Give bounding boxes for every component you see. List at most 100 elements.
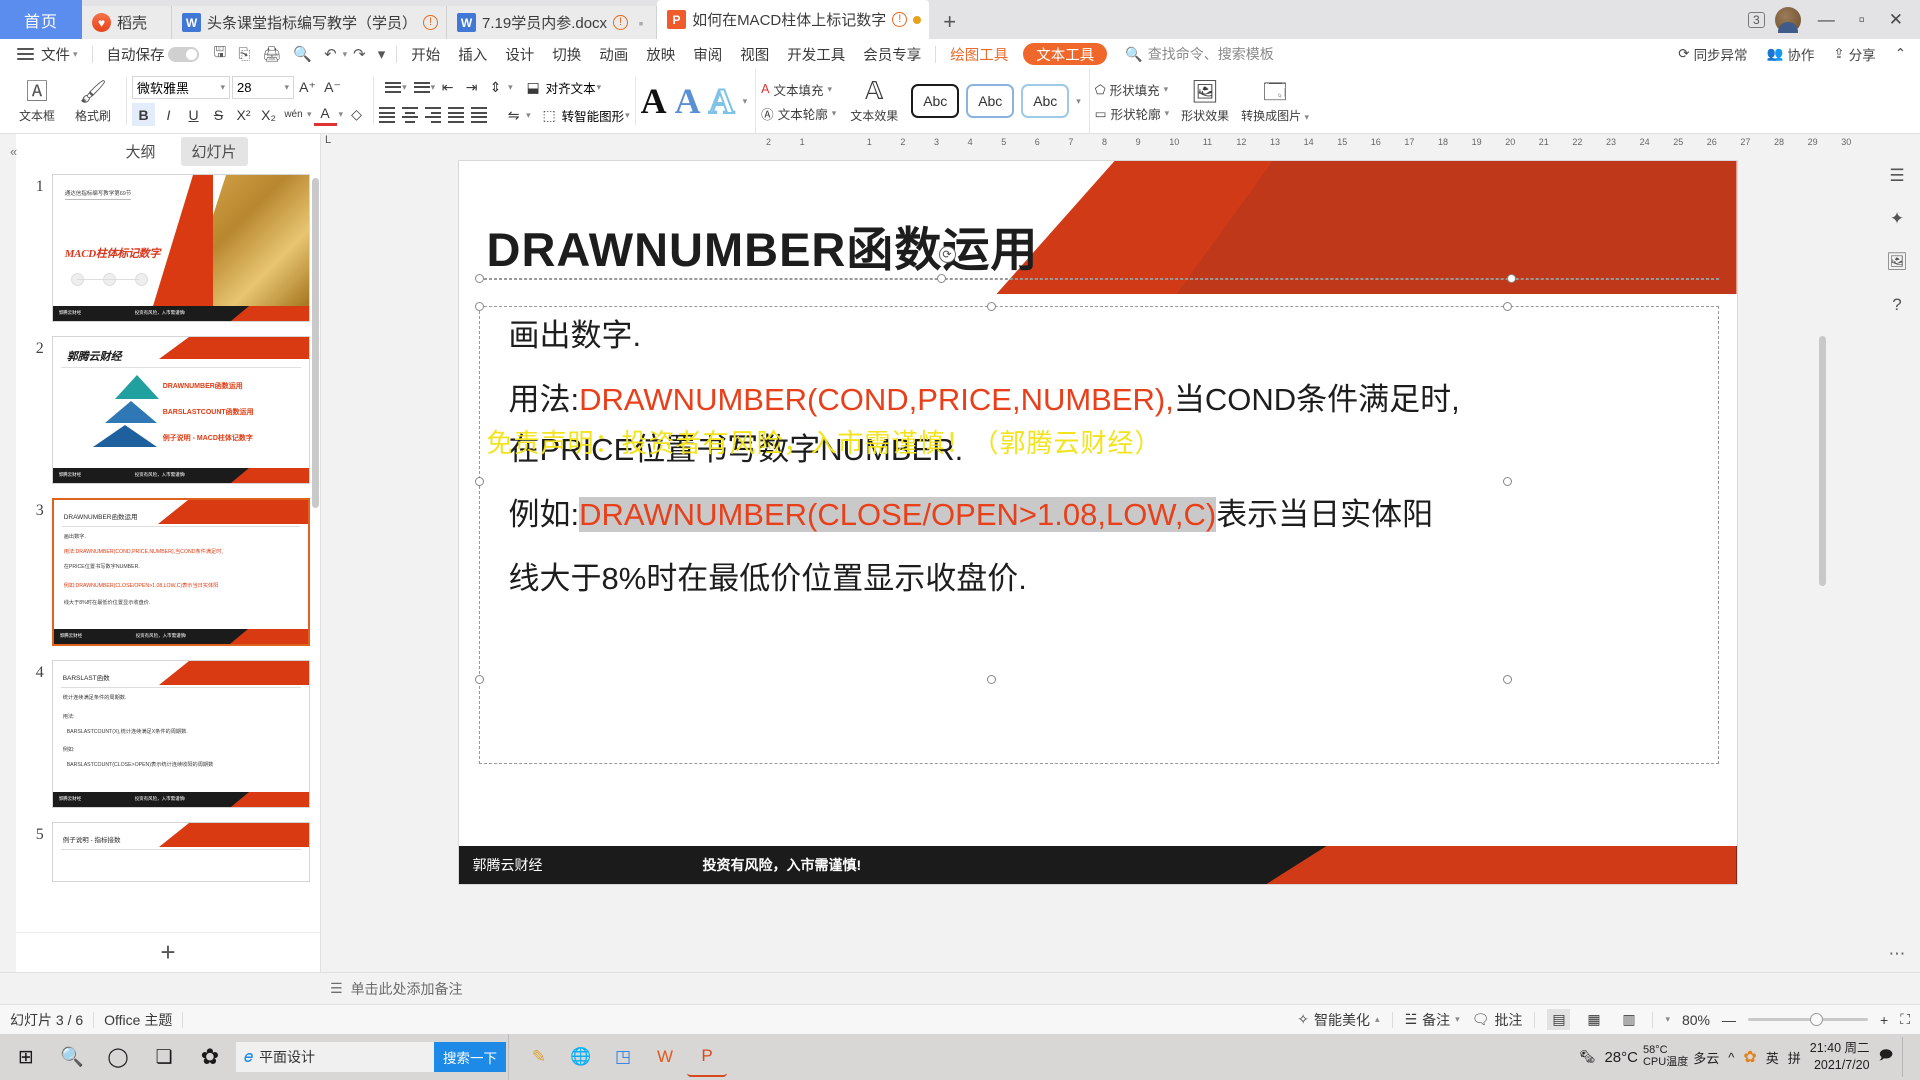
view-normal-icon[interactable]: ▤ xyxy=(1547,1009,1570,1030)
help-icon[interactable]: ? xyxy=(1884,291,1911,318)
wordart-style-3[interactable]: A xyxy=(709,81,735,121)
pinyin-guide-button[interactable]: wén xyxy=(282,103,305,126)
slide-thumbnail-3[interactable]: DRAWNUMBER函数运用 画出数字. 用法:DRAWNUMBER(COND,… xyxy=(52,498,310,646)
slide-title[interactable]: DRAWNUMBER函数运用 xyxy=(487,211,1039,280)
smartart-label[interactable]: 转智能图形 xyxy=(562,106,625,125)
tab-stop-indicator[interactable]: L xyxy=(325,134,331,146)
align-center-icon[interactable] xyxy=(402,105,424,125)
collapse-panel-icon[interactable]: « xyxy=(10,144,17,159)
show-desktop-button[interactable] xyxy=(1902,1037,1910,1077)
fit-to-window-icon[interactable]: ⛶ xyxy=(1900,1011,1910,1028)
shape-fill-button[interactable]: ⬠形状填充▾ xyxy=(1095,80,1169,99)
zoom-slider-knob[interactable] xyxy=(1810,1013,1823,1026)
chevron-down-icon[interactable]: ▾ xyxy=(625,110,630,121)
title-selection-frame[interactable] xyxy=(479,278,1719,280)
context-tab-drawing-tools[interactable]: 绘图工具 xyxy=(941,39,1017,69)
text-outline-button[interactable]: Ⓐ文本轮廓▾ xyxy=(761,104,836,123)
resize-handle[interactable] xyxy=(987,675,996,684)
align-left-icon[interactable] xyxy=(379,105,401,125)
share-button[interactable]: ⇪分享 xyxy=(1825,44,1883,64)
slide-thumbnail-list[interactable]: 1 通达信指标编写教学第69节 MACD柱体标记数字 xyxy=(16,168,320,932)
chevron-down-icon[interactable]: ▾ xyxy=(307,109,312,120)
autosave-toggle[interactable]: 自动保存 xyxy=(98,39,208,69)
disclaimer-text[interactable]: 免责声明：投资者有风险，入市需谨慎！（郭腾云财经） xyxy=(487,423,1162,460)
numbered-list-icon[interactable] xyxy=(408,77,430,97)
document-tab-writer-2[interactable]: W 7.19学员内参.docx ! ▪ xyxy=(447,6,657,39)
text-effect-button[interactable]: 𝔸 文本效果 xyxy=(850,78,898,124)
menu-item-review[interactable]: 审阅 xyxy=(684,39,731,69)
toggle-switch-icon[interactable] xyxy=(168,47,199,62)
more-options-icon[interactable]: ⋯ xyxy=(1889,944,1906,964)
chevron-down-icon[interactable]: ▾ xyxy=(526,110,531,121)
tab-outline[interactable]: 大纲 xyxy=(114,137,166,166)
distribute-icon[interactable] xyxy=(471,105,493,125)
menu-item-animation[interactable]: 动画 xyxy=(590,39,637,69)
ai-sparkle-icon[interactable]: ✦ xyxy=(1884,205,1911,232)
canvas-vertical-scrollbar[interactable] xyxy=(1817,151,1828,972)
image-panel-icon[interactable]: 🖼 xyxy=(1884,248,1911,275)
menu-item-design[interactable]: 设计 xyxy=(496,39,543,69)
add-slide-button[interactable]: + xyxy=(16,932,320,972)
format-painter-button[interactable]: 🖌 格式刷 xyxy=(65,79,121,124)
tray-expand-icon[interactable]: ^ xyxy=(1728,1050,1734,1065)
strikethrough-button[interactable]: S xyxy=(207,103,230,126)
print-preview-icon[interactable]: 🔍 xyxy=(287,45,318,63)
ime-lang[interactable]: 英 xyxy=(1766,1048,1779,1067)
ime-mode[interactable]: 拼 xyxy=(1788,1048,1801,1067)
zoom-in-button[interactable]: + xyxy=(1880,1012,1888,1028)
menu-item-member[interactable]: 会员专享 xyxy=(854,39,930,69)
menu-item-transition[interactable]: 切换 xyxy=(543,39,590,69)
close-button[interactable]: ✕ xyxy=(1882,10,1910,30)
news-icon[interactable]: 🗞 xyxy=(1579,1049,1596,1065)
search-input[interactable]: 平面设计 xyxy=(259,1047,315,1067)
search-command-box[interactable]: 🔍 查找命令、搜索模板 xyxy=(1125,44,1273,64)
font-name-combobox[interactable]: 微软雅黑 ▾ xyxy=(132,76,230,99)
justify-icon[interactable] xyxy=(448,105,470,125)
view-sorter-icon[interactable]: ▦ xyxy=(1582,1009,1605,1030)
slide-thumbnail-4[interactable]: BARSLAST函数 统计连续满足条件的周期数. 用法: BARSLASTCOU… xyxy=(52,660,310,808)
resize-handle[interactable] xyxy=(937,274,946,283)
resize-handle[interactable] xyxy=(475,477,484,486)
app-icon[interactable]: ◳ xyxy=(603,1037,643,1077)
taskbar-search-box[interactable]: 𝑒 平面设计 搜索一下 xyxy=(236,1042,506,1072)
menu-item-view[interactable]: 视图 xyxy=(731,39,778,69)
browser-icon[interactable]: 🌐 xyxy=(561,1037,601,1077)
maximize-button[interactable]: ▫ xyxy=(1852,10,1872,30)
shape-style-1[interactable]: Abc xyxy=(911,84,959,118)
align-text-label[interactable]: 对齐文本 xyxy=(546,78,596,97)
cortana-icon[interactable]: ◯ xyxy=(96,1034,140,1080)
document-tab-presentation-active[interactable]: P 如何在MACD柱体上标记数字 ! xyxy=(657,0,929,39)
slide-thumbnail-5[interactable]: 例子说明 - 指标接数 xyxy=(52,822,310,882)
resize-handle[interactable] xyxy=(987,302,996,311)
align-right-icon[interactable] xyxy=(425,105,447,125)
save-as-icon[interactable]: ⎘ xyxy=(232,46,256,63)
body-selection-frame[interactable] xyxy=(479,306,1719,764)
clear-format-icon[interactable]: ◇ xyxy=(345,103,368,126)
sync-status-button[interactable]: ⟳同步异常 xyxy=(1670,44,1755,64)
chevron-down-icon[interactable]: ▾ xyxy=(508,82,513,93)
increase-indent-icon[interactable]: ⇥ xyxy=(460,76,483,99)
undo-icon[interactable]: ↶ xyxy=(318,45,343,63)
menu-item-start[interactable]: 开始 xyxy=(402,39,449,69)
horizontal-ruler[interactable]: L 21123456789101112131415161718192021222… xyxy=(321,134,1874,151)
grow-font-icon[interactable]: A⁺ xyxy=(296,76,319,99)
view-more-icon[interactable]: ▾ xyxy=(1665,1014,1670,1025)
textbox-button[interactable]: 🄰 文本框 xyxy=(9,79,65,124)
search-go-button[interactable]: 搜索一下 xyxy=(434,1042,506,1072)
ribbon-collapse-icon[interactable]: ⌃ xyxy=(1887,46,1914,62)
menu-item-developer[interactable]: 开发工具 xyxy=(778,39,854,69)
superscript-button[interactable]: X² xyxy=(232,103,255,126)
sogou-ime-icon[interactable]: ✿ xyxy=(1743,1047,1756,1067)
bold-button[interactable]: B xyxy=(132,103,155,126)
line-spacing-icon[interactable]: ⇕ xyxy=(484,76,507,99)
list-item[interactable]: 5 例子说明 - 指标接数 xyxy=(16,822,320,896)
resize-handle[interactable] xyxy=(1503,675,1512,684)
zoom-out-button[interactable]: — xyxy=(1722,1012,1736,1028)
comment-button[interactable]: 🗨 批注 xyxy=(1472,1010,1523,1030)
start-icon[interactable]: ⊞ xyxy=(4,1034,48,1080)
font-color-button[interactable]: A xyxy=(314,103,337,126)
underline-button[interactable]: U xyxy=(182,103,205,126)
italic-button[interactable]: I xyxy=(157,103,180,126)
zoom-value[interactable]: 80% xyxy=(1682,1012,1710,1028)
document-tab-dock[interactable]: ♥ 稻壳 xyxy=(82,6,172,39)
